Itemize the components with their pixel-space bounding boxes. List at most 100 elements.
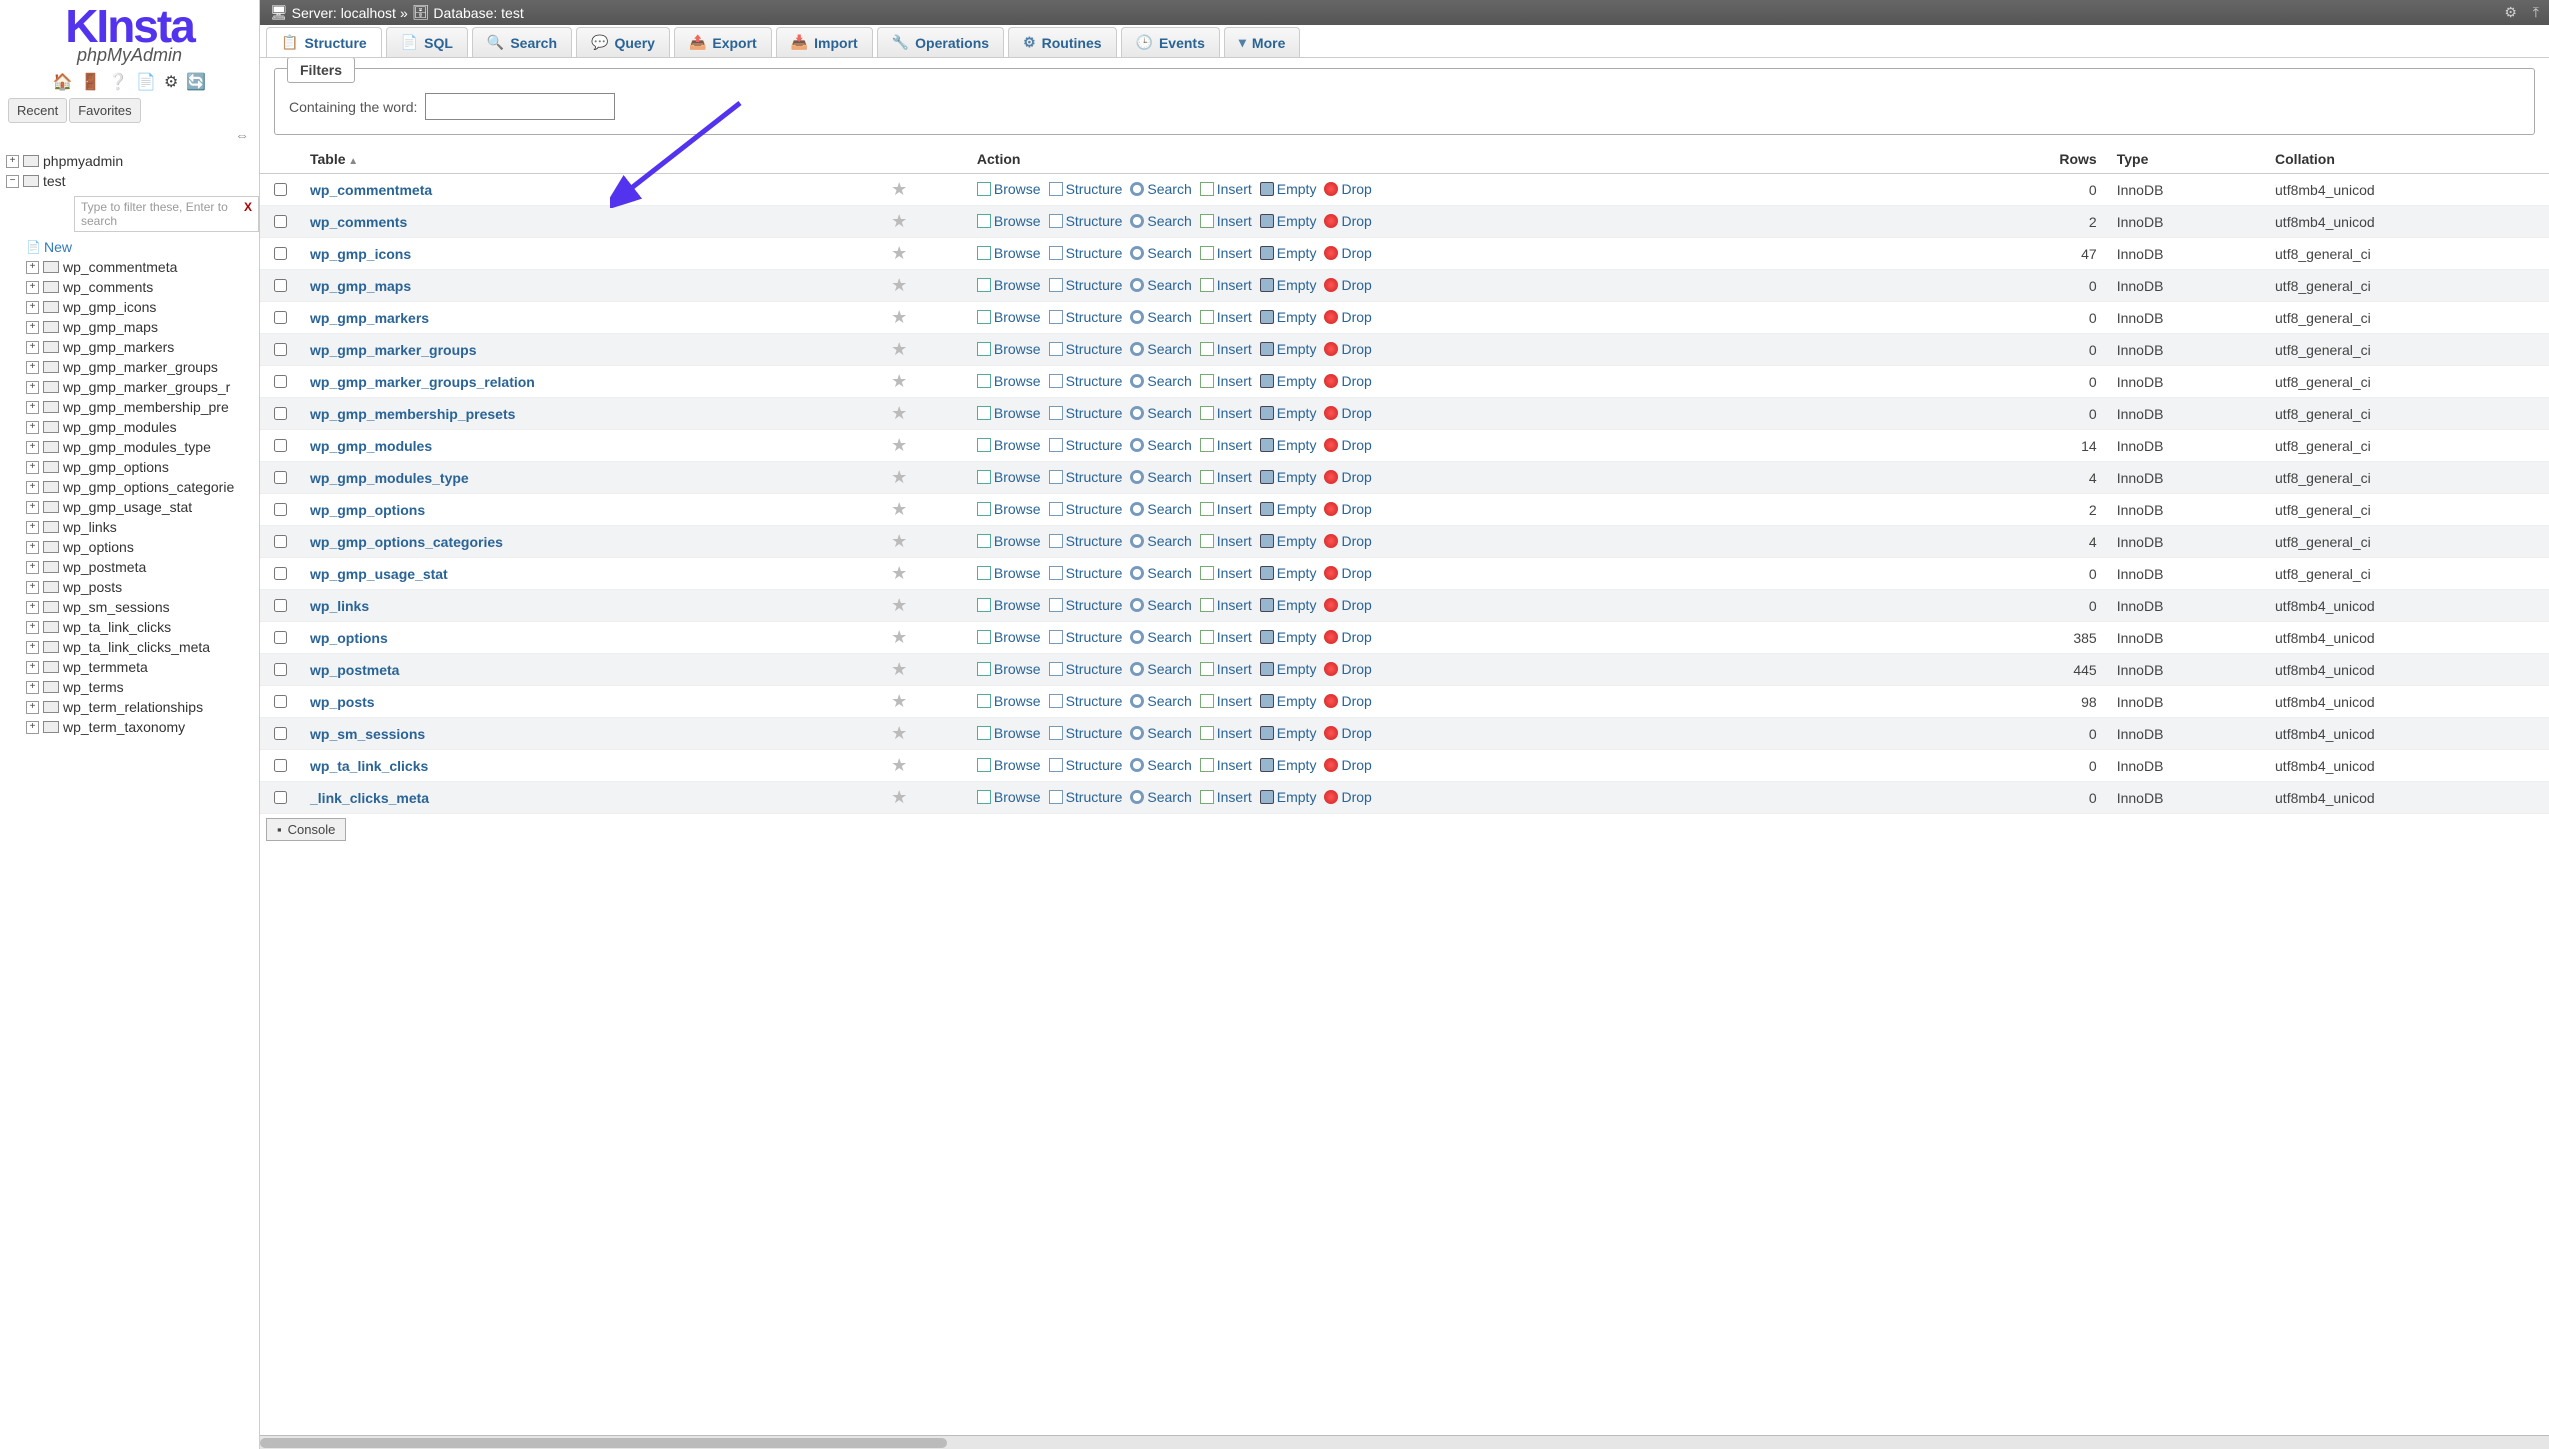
search-action[interactable]: Search	[1130, 437, 1191, 453]
insert-action[interactable]: Insert	[1200, 693, 1252, 709]
drop-action[interactable]: Drop	[1324, 469, 1371, 485]
favorite-star-icon[interactable]: ★	[891, 179, 907, 199]
tab-events[interactable]: 🕒Events	[1121, 27, 1220, 57]
structure-action[interactable]: Structure	[1049, 181, 1123, 197]
tree-filter-input[interactable]: Type to filter these, Enter to search X	[74, 196, 259, 232]
row-checkbox[interactable]	[274, 503, 287, 516]
browse-action[interactable]: Browse	[977, 373, 1041, 389]
console-toggle[interactable]: ▪ Console	[266, 818, 346, 841]
empty-action[interactable]: Empty	[1260, 213, 1317, 229]
favorite-star-icon[interactable]: ★	[891, 787, 907, 807]
col-rows[interactable]: Rows	[1971, 145, 2107, 174]
row-checkbox[interactable]	[274, 535, 287, 548]
structure-action[interactable]: Structure	[1049, 501, 1123, 517]
favorite-star-icon[interactable]: ★	[891, 627, 907, 647]
empty-action[interactable]: Empty	[1260, 629, 1317, 645]
expand-icon[interactable]: +	[26, 261, 39, 274]
search-action[interactable]: Search	[1130, 469, 1191, 485]
tab-favorites[interactable]: Favorites	[69, 98, 140, 123]
browse-action[interactable]: Browse	[977, 501, 1041, 517]
table-name-link[interactable]: wp_postmeta	[310, 662, 399, 678]
row-checkbox[interactable]	[274, 599, 287, 612]
table-name-link[interactable]: wp_sm_sessions	[310, 726, 425, 742]
table-name-link[interactable]: _link_clicks_meta	[310, 790, 429, 806]
expand-icon[interactable]: +	[26, 521, 39, 534]
insert-action[interactable]: Insert	[1200, 405, 1252, 421]
insert-action[interactable]: Insert	[1200, 757, 1252, 773]
reload-icon[interactable]: 🔄	[186, 74, 206, 91]
search-action[interactable]: Search	[1130, 309, 1191, 325]
empty-action[interactable]: Empty	[1260, 373, 1317, 389]
search-action[interactable]: Search	[1130, 597, 1191, 613]
table-name-link[interactable]: wp_comments	[310, 214, 407, 230]
tree-table-wp_postmeta[interactable]: +wp_postmeta	[26, 557, 259, 577]
drop-action[interactable]: Drop	[1324, 501, 1371, 517]
table-name-link[interactable]: wp_gmp_modules_type	[310, 470, 469, 486]
drop-action[interactable]: Drop	[1324, 437, 1371, 453]
expand-icon[interactable]: +	[26, 481, 39, 494]
expand-icon[interactable]: +	[26, 541, 39, 554]
empty-action[interactable]: Empty	[1260, 309, 1317, 325]
drop-action[interactable]: Drop	[1324, 277, 1371, 293]
insert-action[interactable]: Insert	[1200, 277, 1252, 293]
table-name-link[interactable]: wp_gmp_options	[310, 502, 425, 518]
browse-action[interactable]: Browse	[977, 245, 1041, 261]
drop-action[interactable]: Drop	[1324, 533, 1371, 549]
tree-table-wp_ta_link_clicks[interactable]: +wp_ta_link_clicks	[26, 617, 259, 637]
expand-icon[interactable]: +	[26, 281, 39, 294]
tree-new-table[interactable]: 📄 New	[26, 237, 259, 257]
browse-action[interactable]: Browse	[977, 789, 1041, 805]
search-action[interactable]: Search	[1130, 245, 1191, 261]
browse-action[interactable]: Browse	[977, 309, 1041, 325]
tree-table-wp_gmp_marker_groups[interactable]: +wp_gmp_marker_groups	[26, 357, 259, 377]
expand-icon[interactable]: +	[26, 581, 39, 594]
drop-action[interactable]: Drop	[1324, 405, 1371, 421]
tab-query[interactable]: 💬Query	[576, 27, 670, 57]
breadcrumb-server[interactable]: localhost	[341, 5, 396, 21]
table-name-link[interactable]: wp_gmp_marker_groups	[310, 342, 477, 358]
insert-action[interactable]: Insert	[1200, 501, 1252, 517]
table-name-link[interactable]: wp_commentmeta	[310, 182, 432, 198]
tree-table-wp_gmp_options_categorie[interactable]: +wp_gmp_options_categorie	[26, 477, 259, 497]
favorite-star-icon[interactable]: ★	[891, 243, 907, 263]
empty-action[interactable]: Empty	[1260, 661, 1317, 677]
search-action[interactable]: Search	[1130, 277, 1191, 293]
expand-icon[interactable]: +	[26, 301, 39, 314]
row-checkbox[interactable]	[274, 663, 287, 676]
structure-action[interactable]: Structure	[1049, 693, 1123, 709]
row-checkbox[interactable]	[274, 759, 287, 772]
search-action[interactable]: Search	[1130, 213, 1191, 229]
tab-export[interactable]: 📤Export	[674, 27, 772, 57]
row-checkbox[interactable]	[274, 407, 287, 420]
browse-action[interactable]: Browse	[977, 565, 1041, 581]
drop-action[interactable]: Drop	[1324, 341, 1371, 357]
drop-action[interactable]: Drop	[1324, 629, 1371, 645]
tree-table-wp_gmp_markers[interactable]: +wp_gmp_markers	[26, 337, 259, 357]
tree-table-wp_term_taxonomy[interactable]: +wp_term_taxonomy	[26, 717, 259, 737]
structure-action[interactable]: Structure	[1049, 661, 1123, 677]
tree-table-wp_gmp_modules[interactable]: +wp_gmp_modules	[26, 417, 259, 437]
drop-action[interactable]: Drop	[1324, 373, 1371, 389]
empty-action[interactable]: Empty	[1260, 245, 1317, 261]
row-checkbox[interactable]	[274, 343, 287, 356]
insert-action[interactable]: Insert	[1200, 629, 1252, 645]
drop-action[interactable]: Drop	[1324, 757, 1371, 773]
empty-action[interactable]: Empty	[1260, 757, 1317, 773]
tree-table-wp_gmp_marker_groups_r[interactable]: +wp_gmp_marker_groups_r	[26, 377, 259, 397]
browse-action[interactable]: Browse	[977, 757, 1041, 773]
table-name-link[interactable]: wp_posts	[310, 694, 375, 710]
row-checkbox[interactable]	[274, 215, 287, 228]
favorite-star-icon[interactable]: ★	[891, 595, 907, 615]
browse-action[interactable]: Browse	[977, 597, 1041, 613]
browse-action[interactable]: Browse	[977, 213, 1041, 229]
structure-action[interactable]: Structure	[1049, 245, 1123, 261]
insert-action[interactable]: Insert	[1200, 245, 1252, 261]
browse-action[interactable]: Browse	[977, 405, 1041, 421]
tree-table-wp_sm_sessions[interactable]: +wp_sm_sessions	[26, 597, 259, 617]
empty-action[interactable]: Empty	[1260, 565, 1317, 581]
favorite-star-icon[interactable]: ★	[891, 339, 907, 359]
row-checkbox[interactable]	[274, 247, 287, 260]
empty-action[interactable]: Empty	[1260, 341, 1317, 357]
structure-action[interactable]: Structure	[1049, 629, 1123, 645]
structure-action[interactable]: Structure	[1049, 277, 1123, 293]
